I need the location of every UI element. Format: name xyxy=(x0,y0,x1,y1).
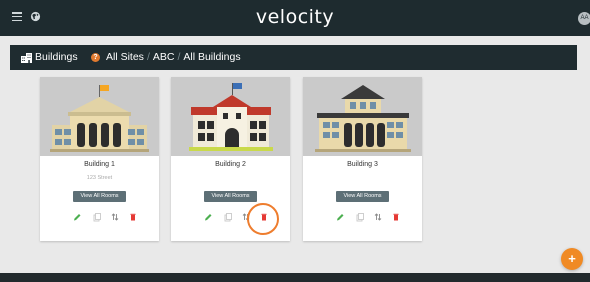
building-name: Building 3 xyxy=(347,161,378,168)
view-all-rooms-button[interactable]: View All Rooms xyxy=(336,191,389,202)
sort-icon[interactable] xyxy=(110,211,120,223)
breadcrumb: All Sites / ABC / All Buildings xyxy=(106,51,241,63)
sort-icon[interactable] xyxy=(373,211,383,223)
building-image xyxy=(40,77,159,156)
edit-icon[interactable] xyxy=(203,211,213,223)
delete-icon[interactable] xyxy=(128,211,138,223)
breadcrumb-all-buildings: All Buildings xyxy=(183,51,241,63)
copy-icon[interactable] xyxy=(223,211,233,223)
user-avatar[interactable]: AA xyxy=(578,12,590,25)
building-card: Building 1 123 Street View All Rooms xyxy=(40,77,159,241)
building-image xyxy=(303,77,422,156)
breadcrumb-bar: Buildings ? All Sites / ABC / All Buildings xyxy=(10,45,577,70)
building-image xyxy=(171,77,290,156)
view-all-rooms-button[interactable]: View All Rooms xyxy=(73,191,126,202)
add-building-button[interactable]: + xyxy=(561,248,583,270)
edit-icon[interactable] xyxy=(72,211,82,223)
delete-highlight-circle xyxy=(247,203,279,235)
view-all-rooms-button[interactable]: View All Rooms xyxy=(204,191,257,202)
breadcrumb-abc[interactable]: ABC xyxy=(153,51,175,63)
edit-icon[interactable] xyxy=(335,211,345,223)
help-icon[interactable]: ? xyxy=(91,53,100,62)
app-window: velocity AA Buildings ? All Sites / ABC / Al… xyxy=(0,0,590,282)
card-actions xyxy=(325,211,405,223)
building-name: Building 2 xyxy=(215,161,246,168)
building-card: Building 3 View All Rooms xyxy=(303,77,422,241)
copy-icon[interactable] xyxy=(92,211,102,223)
delete-icon[interactable] xyxy=(391,211,401,223)
card-actions xyxy=(62,211,142,223)
bottom-bar xyxy=(0,273,590,282)
building-address: 123 Street xyxy=(86,175,113,181)
building-icon xyxy=(21,53,32,63)
top-bar: velocity AA xyxy=(0,0,590,36)
app-logo: velocity xyxy=(255,6,335,28)
page-title: Buildings xyxy=(35,51,78,63)
building-name: Building 1 xyxy=(84,161,115,168)
breadcrumb-all-sites[interactable]: All Sites xyxy=(106,51,144,63)
copy-icon[interactable] xyxy=(355,211,365,223)
